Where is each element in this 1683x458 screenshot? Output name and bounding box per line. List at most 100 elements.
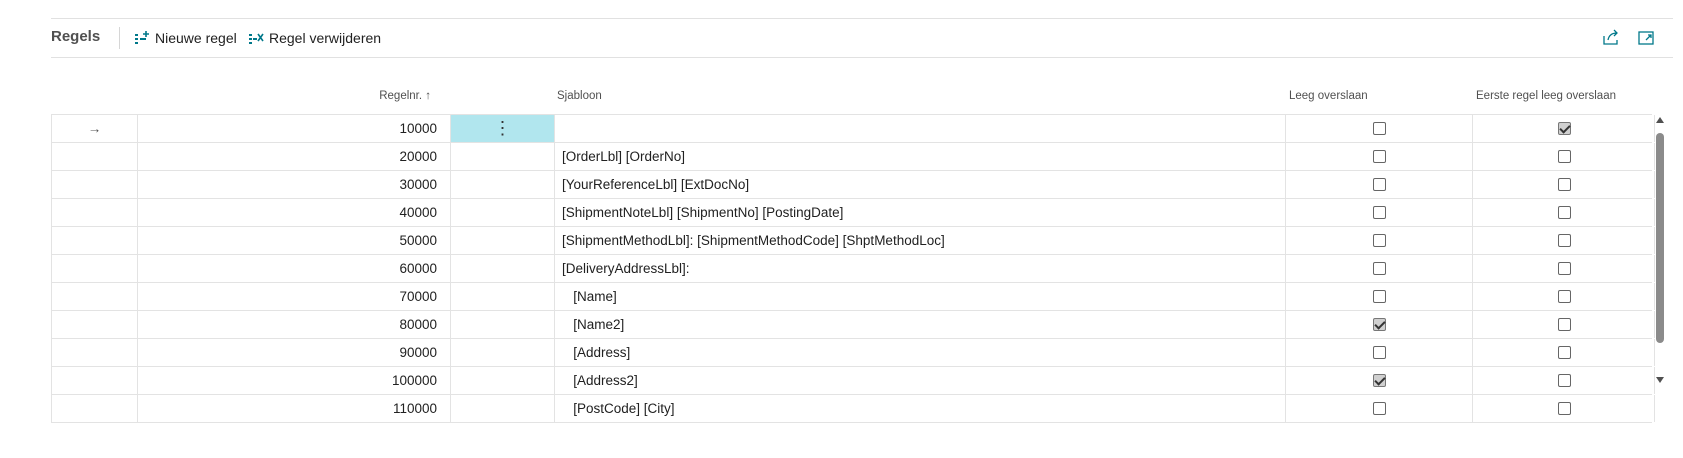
- row-menu-cell[interactable]: [451, 395, 555, 422]
- eerste-regel-leeg-overslaan-cell: [1473, 143, 1655, 170]
- leeg-overslaan-checkbox[interactable]: [1373, 150, 1386, 163]
- leeg-overslaan-cell: [1286, 143, 1473, 170]
- eerste-regel-leeg-overslaan-checkbox[interactable]: [1557, 178, 1571, 191]
- section-title: Regels: [51, 28, 101, 45]
- sjabloon-cell[interactable]: [Address2]: [555, 367, 1286, 394]
- leeg-overslaan-cell: [1286, 199, 1473, 226]
- column-header-sjabloon[interactable]: Sjabloon: [557, 84, 602, 108]
- table-row[interactable]: 50000 [ShipmentMethodLbl]: [ShipmentMetho…: [52, 227, 1655, 255]
- row-indicator-icon: [52, 339, 138, 366]
- table-row[interactable]: 20000 [OrderLbl] [OrderNo]: [52, 143, 1655, 171]
- regelnr-cell[interactable]: 100000: [138, 367, 451, 394]
- toolbar: Regels Nieuwe regel Regel verwijderen: [51, 19, 1673, 58]
- column-header-eerste-regel-leeg-overslaan[interactable]: Eerste regel leeg overslaan: [1476, 84, 1616, 108]
- leeg-overslaan-cell: [1286, 339, 1473, 366]
- regelnr-cell[interactable]: 110000: [138, 395, 451, 422]
- scroll-up-icon[interactable]: [1655, 116, 1665, 124]
- eerste-regel-leeg-overslaan-checkbox[interactable]: [1557, 122, 1571, 135]
- row-menu-cell[interactable]: [451, 367, 555, 394]
- regelnr-cell[interactable]: 20000: [138, 143, 451, 170]
- table-row[interactable]: 70000 [Name]: [52, 283, 1655, 311]
- table-row[interactable]: 110000 [PostCode] [City]: [52, 395, 1655, 423]
- sjabloon-cell[interactable]: [YourReferenceLbl] [ExtDocNo]: [555, 171, 1286, 198]
- table-row[interactable]: 80000 [Name2]: [52, 311, 1655, 339]
- row-menu-cell[interactable]: [451, 255, 555, 282]
- leeg-overslaan-checkbox[interactable]: [1373, 402, 1386, 415]
- vertical-scrollbar[interactable]: [1654, 113, 1666, 417]
- row-menu-cell[interactable]: [451, 283, 555, 310]
- expand-icon[interactable]: [1636, 28, 1656, 48]
- eerste-regel-leeg-overslaan-checkbox[interactable]: [1557, 290, 1571, 303]
- column-header-leeg-overslaan[interactable]: Leeg overslaan: [1289, 84, 1368, 108]
- sjabloon-cell[interactable]: [ShipmentNoteLbl] [ShipmentNo] [PostingD…: [555, 199, 1286, 226]
- row-indicator-icon: [52, 283, 138, 310]
- leeg-overslaan-checkbox[interactable]: [1373, 346, 1386, 359]
- leeg-overslaan-cell: [1286, 115, 1473, 142]
- row-menu-cell[interactable]: ⋮: [451, 115, 555, 142]
- delete-line-button[interactable]: Regel verwijderen: [248, 27, 381, 49]
- regelnr-cell[interactable]: 70000: [138, 283, 451, 310]
- eerste-regel-leeg-overslaan-checkbox[interactable]: [1557, 346, 1571, 359]
- leeg-overslaan-checkbox[interactable]: [1373, 206, 1386, 219]
- sjabloon-cell[interactable]: [Name2]: [555, 311, 1286, 338]
- row-menu-cell[interactable]: [451, 227, 555, 254]
- eerste-regel-leeg-overslaan-checkbox[interactable]: [1557, 234, 1571, 247]
- scrollbar-thumb[interactable]: [1656, 133, 1664, 343]
- leeg-overslaan-checkbox[interactable]: [1373, 374, 1386, 387]
- eerste-regel-leeg-overslaan-checkbox[interactable]: [1557, 206, 1571, 219]
- sjabloon-cell[interactable]: [OrderLbl] [OrderNo]: [555, 143, 1286, 170]
- delete-line-label: Regel verwijderen: [269, 30, 382, 46]
- row-indicator-icon: [52, 311, 138, 338]
- table-row[interactable]: 60000 [DeliveryAddressLbl]:: [52, 255, 1655, 283]
- regelnr-cell[interactable]: 60000: [138, 255, 451, 282]
- row-menu-cell[interactable]: [451, 339, 555, 366]
- table-row[interactable]: 100000 [Address2]: [52, 367, 1655, 395]
- regelnr-cell[interactable]: 50000: [138, 227, 451, 254]
- table-row[interactable]: → 10000 ⋮: [52, 115, 1655, 143]
- row-menu-icon[interactable]: ⋮: [494, 118, 512, 138]
- sjabloon-cell[interactable]: [ShipmentMethodLbl]: [ShipmentMethodCode…: [555, 227, 1286, 254]
- new-line-icon: [134, 31, 150, 45]
- row-menu-cell[interactable]: [451, 199, 555, 226]
- regelnr-cell[interactable]: 90000: [138, 339, 451, 366]
- leeg-overslaan-checkbox[interactable]: [1373, 262, 1386, 275]
- regelnr-cell[interactable]: 30000: [138, 171, 451, 198]
- eerste-regel-leeg-overslaan-checkbox[interactable]: [1557, 402, 1571, 415]
- sjabloon-cell[interactable]: [DeliveryAddressLbl]:: [555, 255, 1286, 282]
- eerste-regel-leeg-overslaan-cell: [1473, 339, 1655, 366]
- sjabloon-cell[interactable]: [PostCode] [City]: [555, 395, 1286, 422]
- leeg-overslaan-checkbox[interactable]: [1373, 122, 1386, 135]
- table-row[interactable]: 30000 [YourReferenceLbl] [ExtDocNo]: [52, 171, 1655, 199]
- leeg-overslaan-checkbox[interactable]: [1373, 178, 1386, 191]
- scroll-down-icon[interactable]: [1655, 376, 1665, 384]
- sjabloon-cell[interactable]: [Name]: [555, 283, 1286, 310]
- table-row[interactable]: 90000 [Address]: [52, 339, 1655, 367]
- eerste-regel-leeg-overslaan-checkbox[interactable]: [1557, 318, 1571, 331]
- sjabloon-cell[interactable]: [555, 115, 1286, 142]
- row-menu-cell[interactable]: [451, 311, 555, 338]
- delete-line-icon: [248, 31, 264, 45]
- row-indicator-icon: [52, 395, 138, 422]
- eerste-regel-leeg-overslaan-cell: [1473, 227, 1655, 254]
- row-indicator-icon: [52, 227, 138, 254]
- eerste-regel-leeg-overslaan-checkbox[interactable]: [1557, 374, 1571, 387]
- row-menu-cell[interactable]: [451, 143, 555, 170]
- new-line-button[interactable]: Nieuwe regel: [134, 27, 237, 49]
- regelnr-cell[interactable]: 80000: [138, 311, 451, 338]
- regelnr-cell[interactable]: 40000: [138, 199, 451, 226]
- sjabloon-cell[interactable]: [Address]: [555, 339, 1286, 366]
- new-line-label: Nieuwe regel: [155, 30, 237, 46]
- leeg-overslaan-checkbox[interactable]: [1373, 318, 1386, 331]
- leeg-overslaan-cell: [1286, 227, 1473, 254]
- eerste-regel-leeg-overslaan-checkbox[interactable]: [1557, 150, 1571, 163]
- table-row[interactable]: 40000 [ShipmentNoteLbl] [ShipmentNo] [Pos…: [52, 199, 1655, 227]
- leeg-overslaan-cell: [1286, 367, 1473, 394]
- leeg-overslaan-checkbox[interactable]: [1373, 290, 1386, 303]
- regelnr-cell[interactable]: 10000: [138, 115, 451, 142]
- share-icon[interactable]: [1601, 28, 1621, 48]
- column-header-regelnr[interactable]: Regelnr. ↑: [137, 84, 450, 108]
- row-indicator-icon: [52, 367, 138, 394]
- leeg-overslaan-checkbox[interactable]: [1373, 234, 1386, 247]
- eerste-regel-leeg-overslaan-checkbox[interactable]: [1557, 262, 1571, 275]
- row-menu-cell[interactable]: [451, 171, 555, 198]
